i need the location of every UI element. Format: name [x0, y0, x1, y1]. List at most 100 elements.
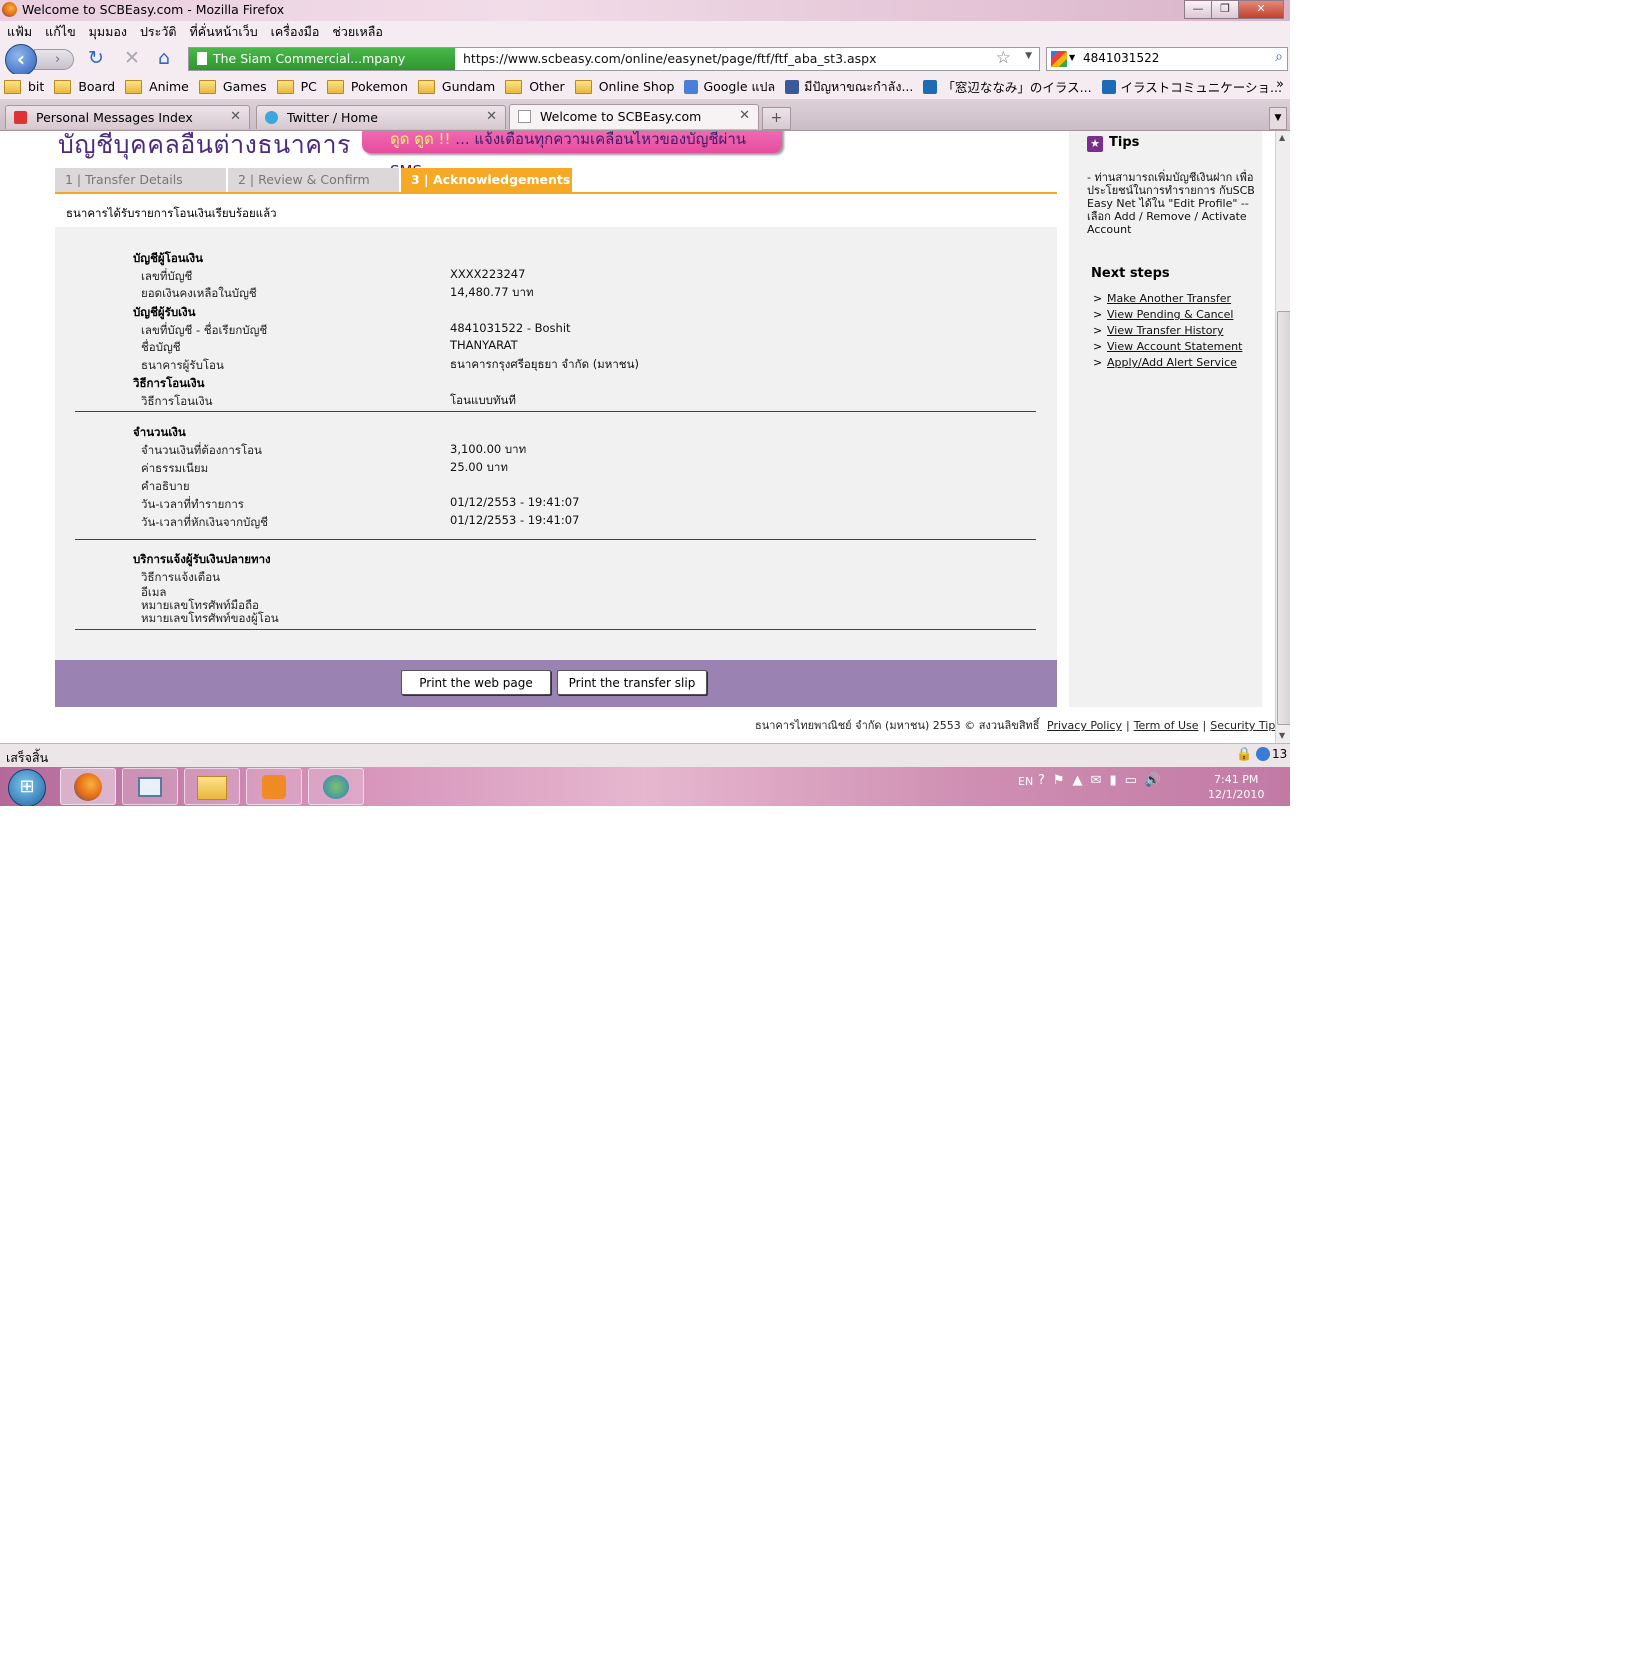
- forward-button[interactable]: ›: [34, 49, 74, 70]
- page-icon: [197, 52, 207, 65]
- url-bar[interactable]: The Siam Commercial...mpany Limited (TH)…: [188, 47, 1040, 88]
- start-button[interactable]: ⊞: [8, 769, 46, 806]
- sender-phone-label: หมายเลขโทรศัพท์ของผู้โอน: [141, 611, 279, 625]
- bookmark-google-translate[interactable]: Google แปล: [684, 77, 775, 97]
- section-notify: บริการแจ้งผู้รับเงินปลายทาง: [133, 552, 271, 566]
- tab-personal-messages[interactable]: Personal Messages Index ✕: [5, 105, 250, 129]
- bookmark-pixiv-2[interactable]: イラストコミュニケーショ...: [1101, 77, 1282, 96]
- search-icon[interactable]: ⌕: [1275, 49, 1283, 65]
- menu-tools[interactable]: เครื่องมือ: [271, 22, 320, 42]
- new-tab-button[interactable]: +: [762, 107, 791, 130]
- url-dropdown-icon[interactable]: ▼: [1025, 51, 1032, 61]
- back-button[interactable]: ‹: [5, 44, 37, 76]
- to-account-label: เลขที่บัญชี - ชื่อเรียกบัญชี: [141, 323, 268, 337]
- addon-counter[interactable]: 13: [1256, 747, 1287, 761]
- menu-help[interactable]: ช่วยเหลือ: [332, 22, 383, 42]
- scroll-up-icon[interactable]: ▲: [1279, 133, 1285, 142]
- window-icon: [138, 777, 162, 797]
- amount-label: จำนวนเงินที่ต้องการโอน: [141, 443, 262, 457]
- account-name-value: THANYARAT: [450, 338, 518, 352]
- bookmark-folder-pokemon[interactable]: Pokemon: [326, 79, 408, 94]
- debit-datetime-label: วัน-เวลาที่หักเงินจากบัญชี: [141, 515, 268, 529]
- home-icon[interactable]: ⌂: [158, 48, 170, 68]
- bookmark-folder-gundam[interactable]: Gundam: [417, 79, 495, 94]
- term-of-use-link[interactable]: Term of Use: [1134, 719, 1199, 732]
- tab-close-icon[interactable]: ✕: [230, 109, 241, 124]
- google-icon[interactable]: [1051, 51, 1067, 67]
- taskbar-media-player[interactable]: [246, 768, 302, 805]
- search-input[interactable]: 4841031522: [1083, 51, 1159, 65]
- vertical-scrollbar[interactable]: ▲ ▼: [1275, 131, 1290, 743]
- minimize-button[interactable]: —: [1184, 0, 1212, 19]
- menu-bar: แฟ้ม แก้ไข มุมมอง ประวัติ ที่คั่นหน้าเว็…: [0, 21, 1290, 42]
- clock[interactable]: 7:41 PM 12/1/2010: [1208, 772, 1264, 802]
- close-button[interactable]: ✕: [1238, 0, 1284, 19]
- reload-icon[interactable]: ↻: [88, 48, 104, 68]
- bookmarks-overflow-icon[interactable]: »: [1276, 77, 1284, 92]
- tab-scbeasy[interactable]: Welcome to SCBEasy.com ✕: [509, 104, 759, 129]
- site-identity-button[interactable]: The Siam Commercial...mpany Limited (TH): [189, 48, 455, 88]
- menu-history[interactable]: ประวัติ: [140, 22, 177, 42]
- tab-label: Personal Messages Index: [36, 110, 193, 125]
- bank-value: ธนาคารกรุงศรีอยุธยา จำกัด (มหาชน): [450, 357, 639, 371]
- taskbar-messenger[interactable]: [308, 768, 364, 805]
- tab-list-button[interactable]: ▼: [1269, 107, 1287, 130]
- bookmark-folder-bit[interactable]: bit: [4, 79, 44, 94]
- bookmarks-bar: bit Board Anime Games PC Pokemon Gundam …: [0, 74, 1290, 99]
- link-view-account-statement[interactable]: View Account Statement: [1107, 340, 1242, 353]
- transfer-summary-panel: บัญชีผู้โอนเงิน เลขที่บัญชี XXXX223247 ย…: [55, 227, 1057, 660]
- search-box[interactable]: ▼ 4841031522 ⌕: [1046, 47, 1288, 71]
- bookmark-folder-games[interactable]: Games: [198, 79, 267, 94]
- chevron-right-icon: >: [1093, 308, 1103, 321]
- link-apply-alert-service[interactable]: Apply/Add Alert Service: [1107, 356, 1237, 369]
- link-view-transfer-history[interactable]: View Transfer History: [1107, 324, 1223, 337]
- link-make-another-transfer[interactable]: Make Another Transfer: [1107, 292, 1231, 305]
- stop-icon[interactable]: ✕: [124, 48, 140, 68]
- bookmark-facebook[interactable]: มีปัญหาขณะกำลัง...: [785, 77, 913, 97]
- system-tray-icons[interactable]: ?⚑▲✉▮▭🔊: [1038, 773, 1169, 788]
- scroll-down-icon[interactable]: ▼: [1279, 731, 1285, 740]
- privacy-policy-link[interactable]: Privacy Policy: [1047, 719, 1122, 732]
- maximize-button[interactable]: ❐: [1211, 0, 1239, 19]
- security-tips-link[interactable]: Security Tips: [1210, 719, 1275, 732]
- taskbar-app-window[interactable]: [122, 768, 178, 805]
- print-page-button[interactable]: Print the web page: [401, 670, 551, 695]
- menu-edit[interactable]: แก้ไข: [45, 22, 75, 42]
- tab-close-icon[interactable]: ✕: [739, 108, 750, 123]
- scrollbar-thumb[interactable]: [1277, 311, 1290, 725]
- navigation-bar: › ‹ ↻ ✕ ⌂ The Siam Commercial...mpany Li…: [0, 42, 1290, 88]
- bookmark-folder-other[interactable]: Other: [505, 79, 565, 94]
- bookmark-folder-board[interactable]: Board: [54, 79, 115, 94]
- chevron-right-icon: >: [1093, 356, 1103, 369]
- bookmark-folder-online-shop[interactable]: Online Shop: [574, 79, 674, 94]
- menu-view[interactable]: มุมมอง: [89, 22, 127, 42]
- bookmark-label: Google แปล: [703, 78, 776, 94]
- menu-bookmarks[interactable]: ที่คั่นหน้าเว็บ: [189, 22, 257, 42]
- bookmark-pixiv-1[interactable]: 「窓辺ななみ」のイラス...: [923, 77, 1092, 96]
- list-item: > View Pending & Cancel: [1093, 307, 1242, 323]
- url-text[interactable]: https://www.scbeasy.com/online/easynet/p…: [463, 51, 877, 66]
- taskbar-explorer[interactable]: [184, 768, 240, 805]
- tab-label: Twitter / Home: [287, 110, 378, 125]
- tab-label: Welcome to SCBEasy.com: [540, 109, 702, 124]
- menu-file[interactable]: แฟ้ม: [7, 22, 32, 42]
- translate-icon: [684, 79, 699, 94]
- section-amount: จำนวนเงิน: [133, 425, 186, 439]
- lock-icon[interactable]: 🔒: [1236, 747, 1252, 762]
- taskbar-firefox[interactable]: [60, 768, 116, 805]
- search-engine-dropdown-icon[interactable]: ▼: [1069, 53, 1075, 62]
- action-bar: Print the web page Print the transfer sl…: [55, 660, 1057, 707]
- sms-promo-banner[interactable]: ดูด ดูด !! ... แจ้งเตือนทุกความเคลื่อนไห…: [362, 131, 782, 180]
- link-view-pending-cancel[interactable]: View Pending & Cancel: [1107, 308, 1233, 321]
- status-bar: เสร็จสิ้น 🔒 13: [0, 743, 1290, 768]
- print-slip-button[interactable]: Print the transfer slip: [557, 670, 707, 695]
- taskbar: ⊞ EN ?⚑▲✉▮▭🔊 7:41 PM 12/1/2010: [0, 767, 1290, 806]
- language-indicator[interactable]: EN: [1018, 775, 1033, 788]
- step-acknowledgements: 3 | Acknowledgements: [401, 168, 572, 192]
- bookmark-folder-pc[interactable]: PC: [276, 79, 317, 94]
- tab-twitter[interactable]: Twitter / Home ✕: [256, 105, 506, 129]
- bookmark-star-icon[interactable]: ☆: [996, 48, 1011, 68]
- tab-close-icon[interactable]: ✕: [486, 109, 497, 124]
- bookmark-folder-anime[interactable]: Anime: [125, 79, 189, 94]
- clock-time: 7:41 PM: [1214, 773, 1259, 786]
